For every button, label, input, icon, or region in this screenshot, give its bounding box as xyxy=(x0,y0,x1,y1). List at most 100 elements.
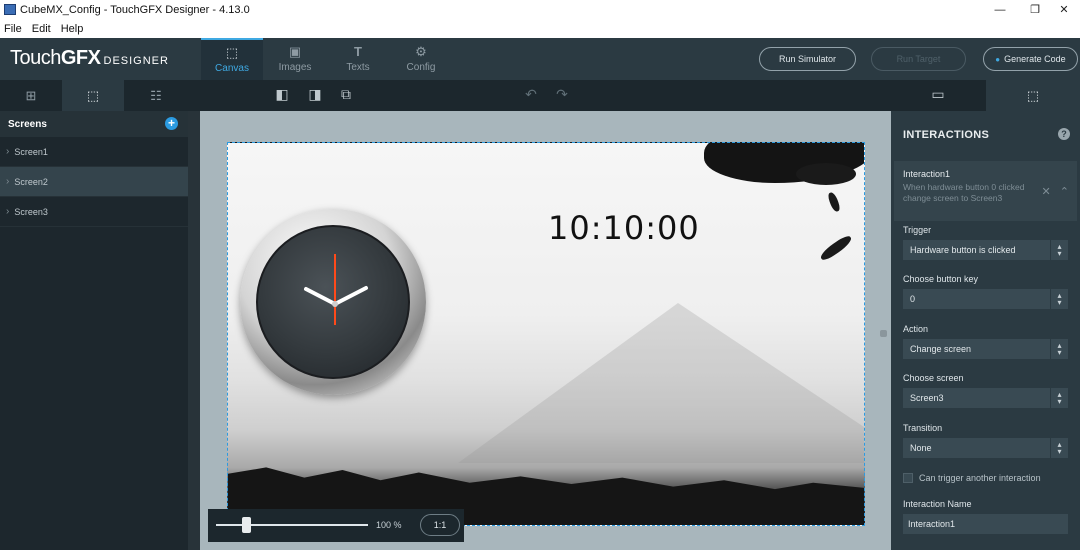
button-key-value: 0 xyxy=(910,294,916,304)
screen-properties-icon[interactable]: ▭ xyxy=(927,86,949,106)
interactions-panel: INTERACTIONS ? Interaction1 When hardwar… xyxy=(891,111,1080,550)
tab-config[interactable]: ⚙ Config xyxy=(390,38,452,80)
interactions-title: INTERACTIONS xyxy=(903,129,990,141)
scroll-handle-icon xyxy=(880,330,887,337)
action-label: Action xyxy=(903,324,929,334)
group-icon[interactable]: ⧉ xyxy=(335,86,357,106)
tab-canvas-label: Canvas xyxy=(215,62,249,74)
spinner-icon: ▴ ▾ xyxy=(1050,240,1068,260)
interaction-card-controls: ✕ ⌃ xyxy=(1042,185,1070,198)
screens-header: Screens + xyxy=(0,111,188,137)
run-simulator-button[interactable]: Run Simulator xyxy=(759,47,856,71)
fish-image-small xyxy=(826,191,842,213)
run-target-button[interactable]: Run Target xyxy=(871,47,966,71)
choose-screen-value: Screen3 xyxy=(910,393,944,403)
trigger-select[interactable]: Hardware button is clicked ▴ ▾ xyxy=(903,240,1068,260)
interaction-name-label: Interaction Name xyxy=(903,499,972,509)
spinner-icon: ▴ ▾ xyxy=(1050,438,1068,458)
clock-pivot xyxy=(332,301,338,307)
tab-images-label: Images xyxy=(278,61,312,73)
action-value: Change screen xyxy=(910,344,972,354)
ink-blot-small xyxy=(796,163,856,185)
bring-to-front-icon[interactable]: ◧ xyxy=(271,86,293,106)
action-select[interactable]: Change screen ▴ ▾ xyxy=(903,339,1068,359)
clock-dial xyxy=(256,225,410,379)
canvas-scroll-handle[interactable] xyxy=(880,327,889,341)
generate-code-button[interactable]: ● Generate Code xyxy=(983,47,1078,71)
properties-tab[interactable]: ☷ xyxy=(125,80,187,111)
canvas-icon: ⬚ xyxy=(225,44,239,60)
interaction-name-value: Interaction1 xyxy=(908,519,956,529)
send-to-back-icon[interactable]: ◨ xyxy=(304,86,326,106)
generate-code-label: Generate Code xyxy=(1004,54,1066,64)
tab-texts-label: Texts xyxy=(346,61,370,73)
screen-item-screen2[interactable]: › Screen2 xyxy=(0,167,188,197)
screen-canvas[interactable]: 10:10:00 xyxy=(227,142,865,526)
left-gutter xyxy=(188,111,200,550)
help-icon[interactable]: ? xyxy=(1058,128,1070,140)
config-icon: ⚙ xyxy=(415,43,427,59)
tab-images[interactable]: ▣ Images xyxy=(264,38,326,80)
tab-canvas[interactable]: ⬚ Canvas xyxy=(201,38,263,80)
button-key-select[interactable]: 0 ▴ ▾ xyxy=(903,289,1068,309)
tree-view-tab[interactable]: ⬚ xyxy=(62,80,124,111)
transition-select[interactable]: None ▴ ▾ xyxy=(903,438,1068,458)
redo-icon[interactable]: ↷ xyxy=(551,86,573,106)
logo-touch: Touch xyxy=(10,47,61,69)
menu-help[interactable]: Help xyxy=(61,23,84,35)
trigger-value: Hardware button is clicked xyxy=(910,245,1016,255)
zoom-reset-button[interactable]: 1:1 xyxy=(420,514,460,536)
can-trigger-label: Can trigger another interaction xyxy=(919,473,1041,483)
images-icon: ▣ xyxy=(288,43,302,59)
chevron-right-icon: › xyxy=(6,206,10,217)
interaction-name-field[interactable]: Interaction1 xyxy=(903,514,1068,534)
touchgfx-logo: TouchGFX DESIGNER xyxy=(10,47,169,70)
hour-hand xyxy=(304,287,337,306)
zoom-bar: 100 % 1:1 xyxy=(208,509,464,542)
interaction-card-name: Interaction1 xyxy=(903,169,951,179)
interactions-tab[interactable]: ⬚ xyxy=(986,80,1080,111)
transition-label: Transition xyxy=(903,423,943,433)
spinner-icon: ▴ ▾ xyxy=(1050,339,1068,359)
screens-panel: Screens + › Screen1 › Screen2 › Screen3 xyxy=(0,111,188,550)
analog-clock[interactable] xyxy=(240,209,426,395)
logo-gfx: GFX xyxy=(60,47,101,69)
zoom-level-label: 100 % xyxy=(376,520,402,530)
transition-value: None xyxy=(910,443,932,453)
screen-item-screen3[interactable]: › Screen3 xyxy=(0,197,188,227)
add-box-icon: ⊞ xyxy=(25,87,37,103)
sliders-icon: ☷ xyxy=(150,87,162,103)
interaction-card[interactable]: Interaction1 When hardware button 0 clic… xyxy=(894,161,1077,221)
minute-hand xyxy=(333,286,368,306)
screen-item-label: Screen2 xyxy=(14,176,48,187)
chevron-right-icon: › xyxy=(6,146,10,157)
mountain-background xyxy=(458,303,864,463)
minimize-button[interactable]: — xyxy=(982,0,1018,19)
trigger-label: Trigger xyxy=(903,225,932,235)
zoom-slider-knob[interactable] xyxy=(242,517,252,533)
select-box-icon: ⬚ xyxy=(86,87,100,103)
interaction-icon: ⬚ xyxy=(1026,87,1040,103)
toolbar: ⊞ ⬚ ☷ ◧ ◨ ⧉ ↶ ↷ ▭ ⬚ xyxy=(0,80,1080,111)
tab-texts[interactable]: T Texts xyxy=(327,38,389,80)
chevron-right-icon: › xyxy=(6,176,10,187)
digital-time-text[interactable]: 10:10:00 xyxy=(548,209,700,247)
menu-edit[interactable]: Edit xyxy=(32,23,51,35)
add-widget-tab[interactable]: ⊞ xyxy=(0,80,62,111)
can-trigger-checkbox[interactable] xyxy=(903,473,913,483)
delete-icon[interactable]: ✕ xyxy=(1042,186,1051,198)
screen-item-screen1[interactable]: › Screen1 xyxy=(0,137,188,167)
menu-file[interactable]: File xyxy=(4,23,22,35)
window-title: CubeMX_Config - TouchGFX Designer - 4.13… xyxy=(20,3,250,16)
screens-title: Screens xyxy=(8,118,47,130)
add-screen-button[interactable]: + xyxy=(165,117,178,130)
choose-screen-label: Choose screen xyxy=(903,373,964,383)
interaction-card-description: When hardware button 0 clicked change sc… xyxy=(903,182,1025,203)
choose-screen-select[interactable]: Screen3 ▴ ▾ xyxy=(903,388,1068,408)
zoom-slider-track[interactable] xyxy=(216,524,368,526)
spinner-icon: ▴ ▾ xyxy=(1050,388,1068,408)
chevron-up-icon[interactable]: ⌃ xyxy=(1060,186,1069,198)
undo-icon[interactable]: ↶ xyxy=(520,86,542,106)
spinner-icon: ▴ ▾ xyxy=(1050,289,1068,309)
close-button[interactable]: ✕ xyxy=(1046,0,1080,19)
